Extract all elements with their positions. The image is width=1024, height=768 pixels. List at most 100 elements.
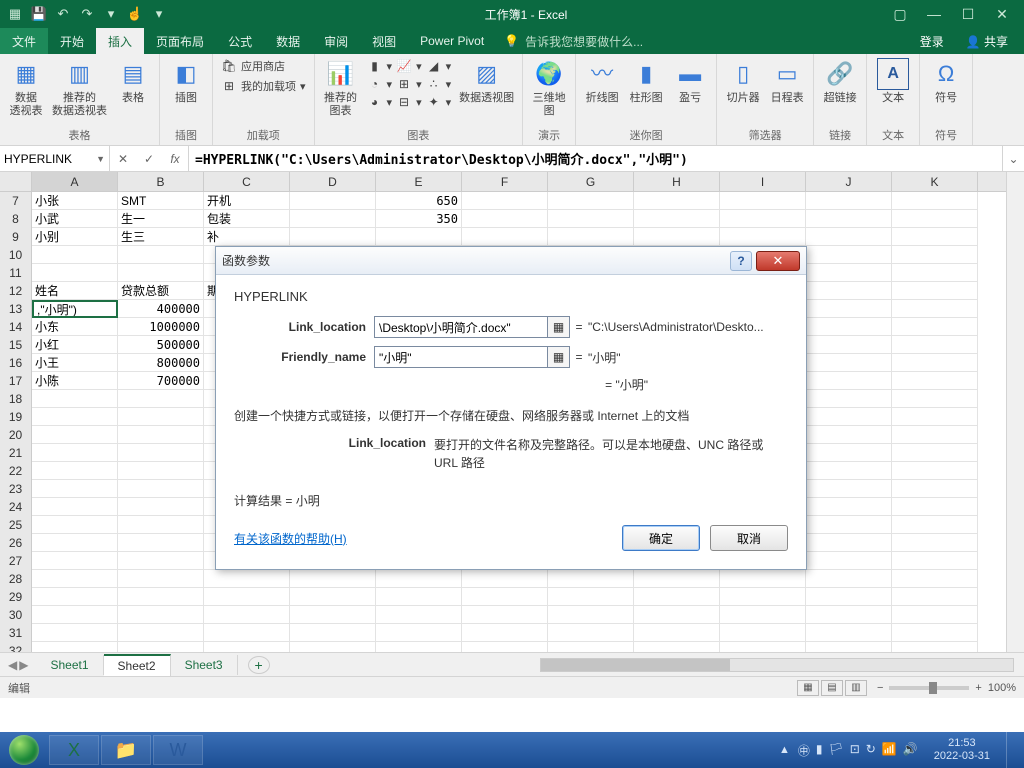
cell-K18[interactable] xyxy=(892,390,978,408)
cell-K14[interactable] xyxy=(892,318,978,336)
tab-insert[interactable]: 插入 xyxy=(96,28,144,54)
col-header-B[interactable]: B xyxy=(118,172,204,191)
row-header[interactable]: 11 xyxy=(0,264,32,282)
cell-C9[interactable]: 补 xyxy=(204,228,290,246)
row-header[interactable]: 23 xyxy=(0,480,32,498)
touch-mode-icon[interactable]: ☝ xyxy=(126,5,144,23)
cell-B30[interactable] xyxy=(118,606,204,624)
row-header[interactable]: 8 xyxy=(0,210,32,228)
col-header-K[interactable]: K xyxy=(892,172,978,191)
dialog-titlebar[interactable]: 函数参数 ? ✕ xyxy=(216,247,806,275)
col-header-E[interactable]: E xyxy=(376,172,462,191)
cancel-formula-icon[interactable]: ✕ xyxy=(110,152,136,166)
taskbar-clock[interactable]: 21:53 2022-03-31 xyxy=(926,737,998,763)
cell-B13[interactable]: 400000 xyxy=(118,300,204,318)
row-header[interactable]: 12 xyxy=(0,282,32,300)
cell-E30[interactable] xyxy=(376,606,462,624)
cell-B10[interactable] xyxy=(118,246,204,264)
tray-battery-icon[interactable]: ▮ xyxy=(816,742,823,759)
row-header[interactable]: 20 xyxy=(0,426,32,444)
cell-J26[interactable] xyxy=(806,534,892,552)
tab-pagelayout[interactable]: 页面布局 xyxy=(144,28,216,54)
3dmap-button[interactable]: 🌍三维地 图 xyxy=(531,58,567,118)
cell-K27[interactable] xyxy=(892,552,978,570)
cell-E29[interactable] xyxy=(376,588,462,606)
row-header[interactable]: 9 xyxy=(0,228,32,246)
cell-A20[interactable] xyxy=(32,426,118,444)
cell-C29[interactable] xyxy=(204,588,290,606)
cell-H30[interactable] xyxy=(634,606,720,624)
help-link[interactable]: 有关该函数的帮助(H) xyxy=(234,530,347,547)
select-all-corner[interactable] xyxy=(0,172,32,192)
cell-H7[interactable] xyxy=(634,192,720,210)
cell-E8[interactable]: 350 xyxy=(376,210,462,228)
cell-C28[interactable] xyxy=(204,570,290,588)
cell-B24[interactable] xyxy=(118,498,204,516)
zoom-level[interactable]: 100% xyxy=(988,682,1016,694)
cell-G8[interactable] xyxy=(548,210,634,228)
cell-I9[interactable] xyxy=(720,228,806,246)
row-header[interactable]: 16 xyxy=(0,354,32,372)
cell-B15[interactable]: 500000 xyxy=(118,336,204,354)
cell-E7[interactable]: 650 xyxy=(376,192,462,210)
cell-A29[interactable] xyxy=(32,588,118,606)
row-header[interactable]: 7 xyxy=(0,192,32,210)
cell-B31[interactable] xyxy=(118,624,204,642)
cell-A18[interactable] xyxy=(32,390,118,408)
cell-J20[interactable] xyxy=(806,426,892,444)
cell-J11[interactable] xyxy=(806,264,892,282)
cell-D31[interactable] xyxy=(290,624,376,642)
row-header[interactable]: 25 xyxy=(0,516,32,534)
zoom-out-icon[interactable]: − xyxy=(877,682,883,694)
cancel-button[interactable]: 取消 xyxy=(710,525,788,551)
cell-A19[interactable] xyxy=(32,408,118,426)
cell-C30[interactable] xyxy=(204,606,290,624)
textbox-button[interactable]: A文本 xyxy=(875,58,911,105)
fx-icon[interactable]: fx xyxy=(162,152,188,166)
share-button[interactable]: 👤 共享 xyxy=(958,30,1016,53)
row-header[interactable]: 29 xyxy=(0,588,32,606)
pagebreak-view-icon[interactable]: ▥ xyxy=(845,680,867,696)
cell-A12[interactable]: 姓名 xyxy=(32,282,118,300)
maximize-icon[interactable]: ☐ xyxy=(956,4,980,24)
cell-J25[interactable] xyxy=(806,516,892,534)
cell-A16[interactable]: 小王 xyxy=(32,354,118,372)
cell-I28[interactable] xyxy=(720,570,806,588)
zoom-control[interactable]: − + 100% xyxy=(877,682,1016,694)
cell-K7[interactable] xyxy=(892,192,978,210)
row-header[interactable]: 15 xyxy=(0,336,32,354)
tray-ime-icon[interactable]: ㊥ xyxy=(798,742,810,759)
row-header[interactable]: 21 xyxy=(0,444,32,462)
cell-A21[interactable] xyxy=(32,444,118,462)
cell-J30[interactable] xyxy=(806,606,892,624)
col-header-H[interactable]: H xyxy=(634,172,720,191)
cell-K29[interactable] xyxy=(892,588,978,606)
cell-D8[interactable] xyxy=(290,210,376,228)
row-header[interactable]: 32 xyxy=(0,642,32,652)
cell-K23[interactable] xyxy=(892,480,978,498)
sparkline-col-button[interactable]: ▮柱形图 xyxy=(628,58,664,105)
row-header[interactable]: 24 xyxy=(0,498,32,516)
cell-A28[interactable] xyxy=(32,570,118,588)
cell-B29[interactable] xyxy=(118,588,204,606)
cell-B19[interactable] xyxy=(118,408,204,426)
cell-G9[interactable] xyxy=(548,228,634,246)
cell-A13[interactable]: ,"小明") xyxy=(32,300,118,318)
cell-G32[interactable] xyxy=(548,642,634,652)
cell-A7[interactable]: 小张 xyxy=(32,192,118,210)
cell-D9[interactable] xyxy=(290,228,376,246)
cell-G31[interactable] xyxy=(548,624,634,642)
cell-J23[interactable] xyxy=(806,480,892,498)
cell-E31[interactable] xyxy=(376,624,462,642)
save-icon[interactable]: 💾 xyxy=(30,5,48,23)
hyperlink-button[interactable]: 🔗超链接 xyxy=(822,58,858,105)
row-header[interactable]: 14 xyxy=(0,318,32,336)
cell-F32[interactable] xyxy=(462,642,548,652)
cell-B9[interactable]: 生三 xyxy=(118,228,204,246)
cell-G7[interactable] xyxy=(548,192,634,210)
cell-J29[interactable] xyxy=(806,588,892,606)
cell-J18[interactable] xyxy=(806,390,892,408)
tab-data[interactable]: 数据 xyxy=(264,28,312,54)
cell-B18[interactable] xyxy=(118,390,204,408)
sheet-prev-icon[interactable]: ◀ xyxy=(8,658,17,672)
